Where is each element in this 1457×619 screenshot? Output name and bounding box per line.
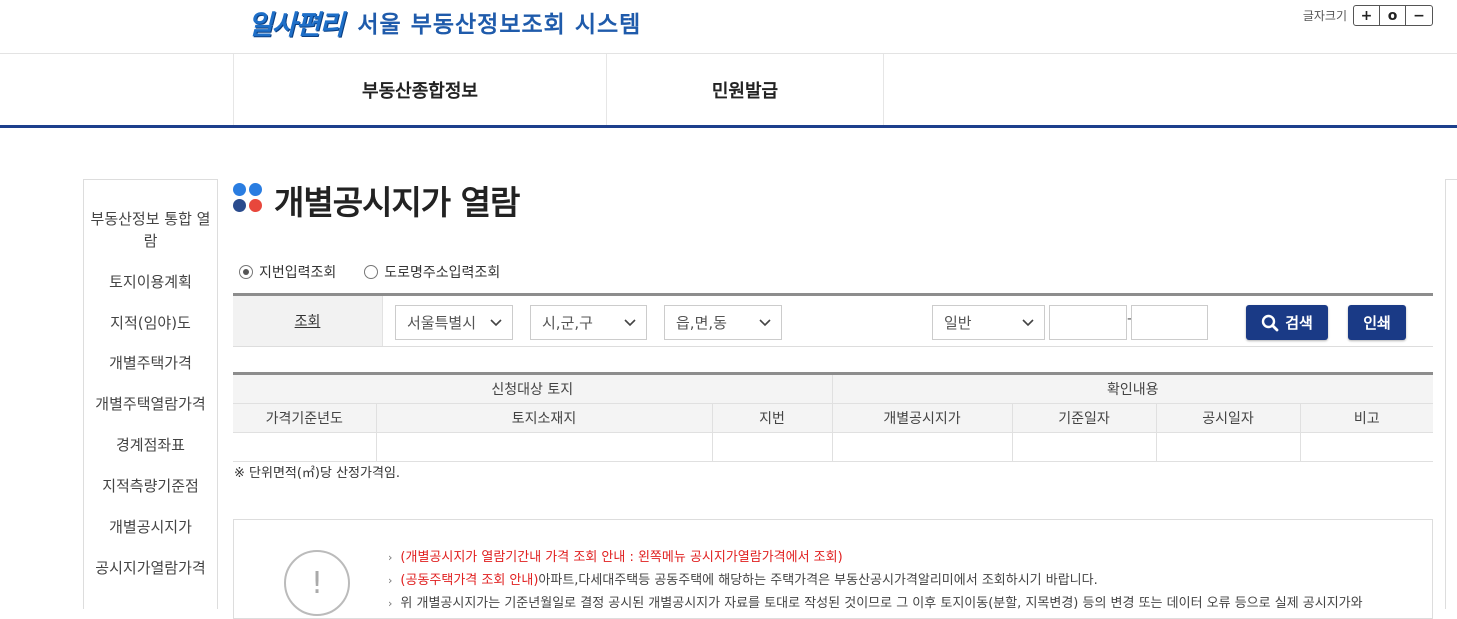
nav-civil-documents[interactable]: 민원발급: [607, 54, 884, 125]
info-link-land-price-view[interactable]: (개별공시지가 열람기간내 가격 조회 안내 : 왼쪽메뉴 공시지가열람가격에서…: [400, 550, 842, 565]
result-table: 신청대상 토지 확인내용 가격기준년도 토지소재지 지번 개별공시지가 기준일자…: [233, 372, 1434, 462]
search-mode-radios: 지번입력조회 도로명주소입력조회: [239, 262, 528, 282]
sidebar-item-cadastral-map[interactable]: 지적(임야)도: [84, 312, 217, 334]
info-line: › (공동주택가격 조회 안내)아파트,다세대주택등 공동주택에 해당하는 주택가…: [388, 569, 1363, 592]
logo-text: 서울 부동산정보조회 시스템: [357, 12, 642, 38]
radio-road-address[interactable]: 도로명주소입력조회: [364, 262, 500, 282]
chevron-down-icon: [1022, 319, 1034, 327]
site-logo[interactable]: 일사편리 서울 부동산정보조회 시스템: [248, 0, 641, 44]
city-select-value: 서울특별시: [407, 314, 477, 332]
font-size-control: 글자크기 + o −: [1303, 5, 1433, 26]
land-type-select[interactable]: 일반: [932, 305, 1045, 340]
sidebar: 부동산정보 통합 열람 토지이용계획 지적(임야)도 개별주택가격 개별주택열람…: [83, 179, 218, 609]
font-size-label: 글자크기: [1302, 9, 1347, 23]
column-header: 비고: [1300, 403, 1434, 433]
column-header: 지번: [712, 403, 833, 433]
sidebar-item-land-price-view[interactable]: 공시지가열람가격: [84, 557, 217, 579]
main-nav: 부동산종합정보 민원발급: [0, 54, 1457, 128]
title-dots-icon: [233, 183, 263, 213]
info-box: ! › (개별공시지가 열람기간내 가격 조회 안내 : 왼쪽메뉴 공시지가열람가…: [233, 519, 1433, 619]
search-icon: [1261, 314, 1279, 331]
column-header: 토지소재지: [376, 403, 713, 433]
alert-icon: !: [284, 550, 350, 616]
info-line: › (개별공시지가 열람기간내 가격 조회 안내 : 왼쪽메뉴 공시지가열람가격에…: [388, 546, 1363, 569]
search-bar: 조회 서울특별시 시,군,구 읍,면,동 일반 - 검색 인쇄: [233, 293, 1433, 347]
sidebar-item-integrated-view[interactable]: 부동산정보 통합 열람: [84, 208, 217, 252]
font-decrease-button[interactable]: −: [1406, 6, 1432, 25]
header: 일사편리 서울 부동산정보조회 시스템 글자크기 + o −: [0, 0, 1457, 54]
radio-label: 도로명주소입력조회: [384, 265, 501, 281]
column-header: 공시일자: [1156, 403, 1301, 433]
column-header: 개별공시지가: [832, 403, 1013, 433]
sub-number-input[interactable]: [1131, 305, 1208, 340]
column-header: 가격기준년도: [233, 403, 377, 433]
unit-note: ※ 단위면적(㎡)당 산정가격임.: [234, 466, 401, 481]
print-button-label: 인쇄: [1363, 314, 1391, 332]
sidebar-item-land-use-plan[interactable]: 토지이용계획: [84, 271, 217, 293]
info-lines: › (개별공시지가 열람기간내 가격 조회 안내 : 왼쪽메뉴 공시지가열람가격에…: [388, 546, 1363, 615]
chevron-down-icon: [490, 319, 502, 327]
chevron-down-icon: [759, 319, 771, 327]
font-size-buttons: + o −: [1353, 5, 1433, 26]
info-line: › 위 개별공시지가는 기준년월일로 결정 공시된 개별공시지가 자료를 토대로 …: [388, 592, 1363, 615]
font-increase-button[interactable]: +: [1354, 6, 1380, 25]
chevron-right-icon: ›: [388, 551, 393, 564]
town-select-value: 읍,면,동: [676, 314, 727, 332]
town-select[interactable]: 읍,면,동: [664, 305, 782, 340]
chevron-down-icon: [624, 319, 636, 327]
sidebar-item-boundary-coords[interactable]: 경계점좌표: [84, 434, 217, 456]
sidebar-item-house-price[interactable]: 개별주택가격: [84, 352, 217, 374]
radio-unchecked-icon: [364, 265, 379, 279]
district-select-value: 시,군,구: [542, 314, 593, 332]
district-select[interactable]: 시,군,구: [530, 305, 647, 340]
font-reset-button[interactable]: o: [1380, 6, 1406, 25]
sidebar-item-house-price-view[interactable]: 개별주택열람가격: [84, 393, 217, 415]
land-type-select-value: 일반: [944, 314, 972, 332]
radio-checked-icon: [239, 265, 253, 279]
logo-mark: 일사편리: [248, 9, 344, 41]
main-number-input[interactable]: [1049, 305, 1127, 340]
search-button[interactable]: 검색: [1246, 305, 1328, 340]
search-label: 조회: [233, 296, 383, 346]
table-row: [233, 432, 1434, 462]
print-button[interactable]: 인쇄: [1348, 305, 1406, 340]
sidebar-item-survey-control[interactable]: 지적측량기준점: [84, 475, 217, 497]
radio-label: 지번입력조회: [259, 265, 337, 281]
sidebar-item-land-price[interactable]: 개별공시지가: [84, 516, 217, 538]
info-link-apartment-price[interactable]: (공동주택가격 조회 안내): [400, 573, 538, 588]
chevron-right-icon: ›: [388, 574, 393, 587]
page-title: 개별공시지가 열람: [274, 183, 520, 222]
city-select[interactable]: 서울특별시: [395, 305, 513, 340]
column-header: 기준일자: [1012, 403, 1157, 433]
group-header-target-land: 신청대상 토지: [233, 372, 833, 404]
info-text: 위 개별공시지가는 기준년월일로 결정 공시된 개별공시지가 자료를 토대로 작…: [400, 596, 1363, 611]
search-button-label: 검색: [1285, 314, 1313, 332]
chevron-right-icon: ›: [388, 597, 393, 610]
info-text: 아파트,다세대주택등 공동주택에 해당하는 주택가격은 부동산공시가격알리미에서…: [538, 573, 1098, 588]
right-panel-edge: [1445, 179, 1457, 609]
group-header-confirmation: 확인내용: [832, 372, 1434, 404]
nav-real-estate-info[interactable]: 부동산종합정보: [233, 54, 607, 125]
radio-lot-number[interactable]: 지번입력조회: [239, 262, 336, 282]
